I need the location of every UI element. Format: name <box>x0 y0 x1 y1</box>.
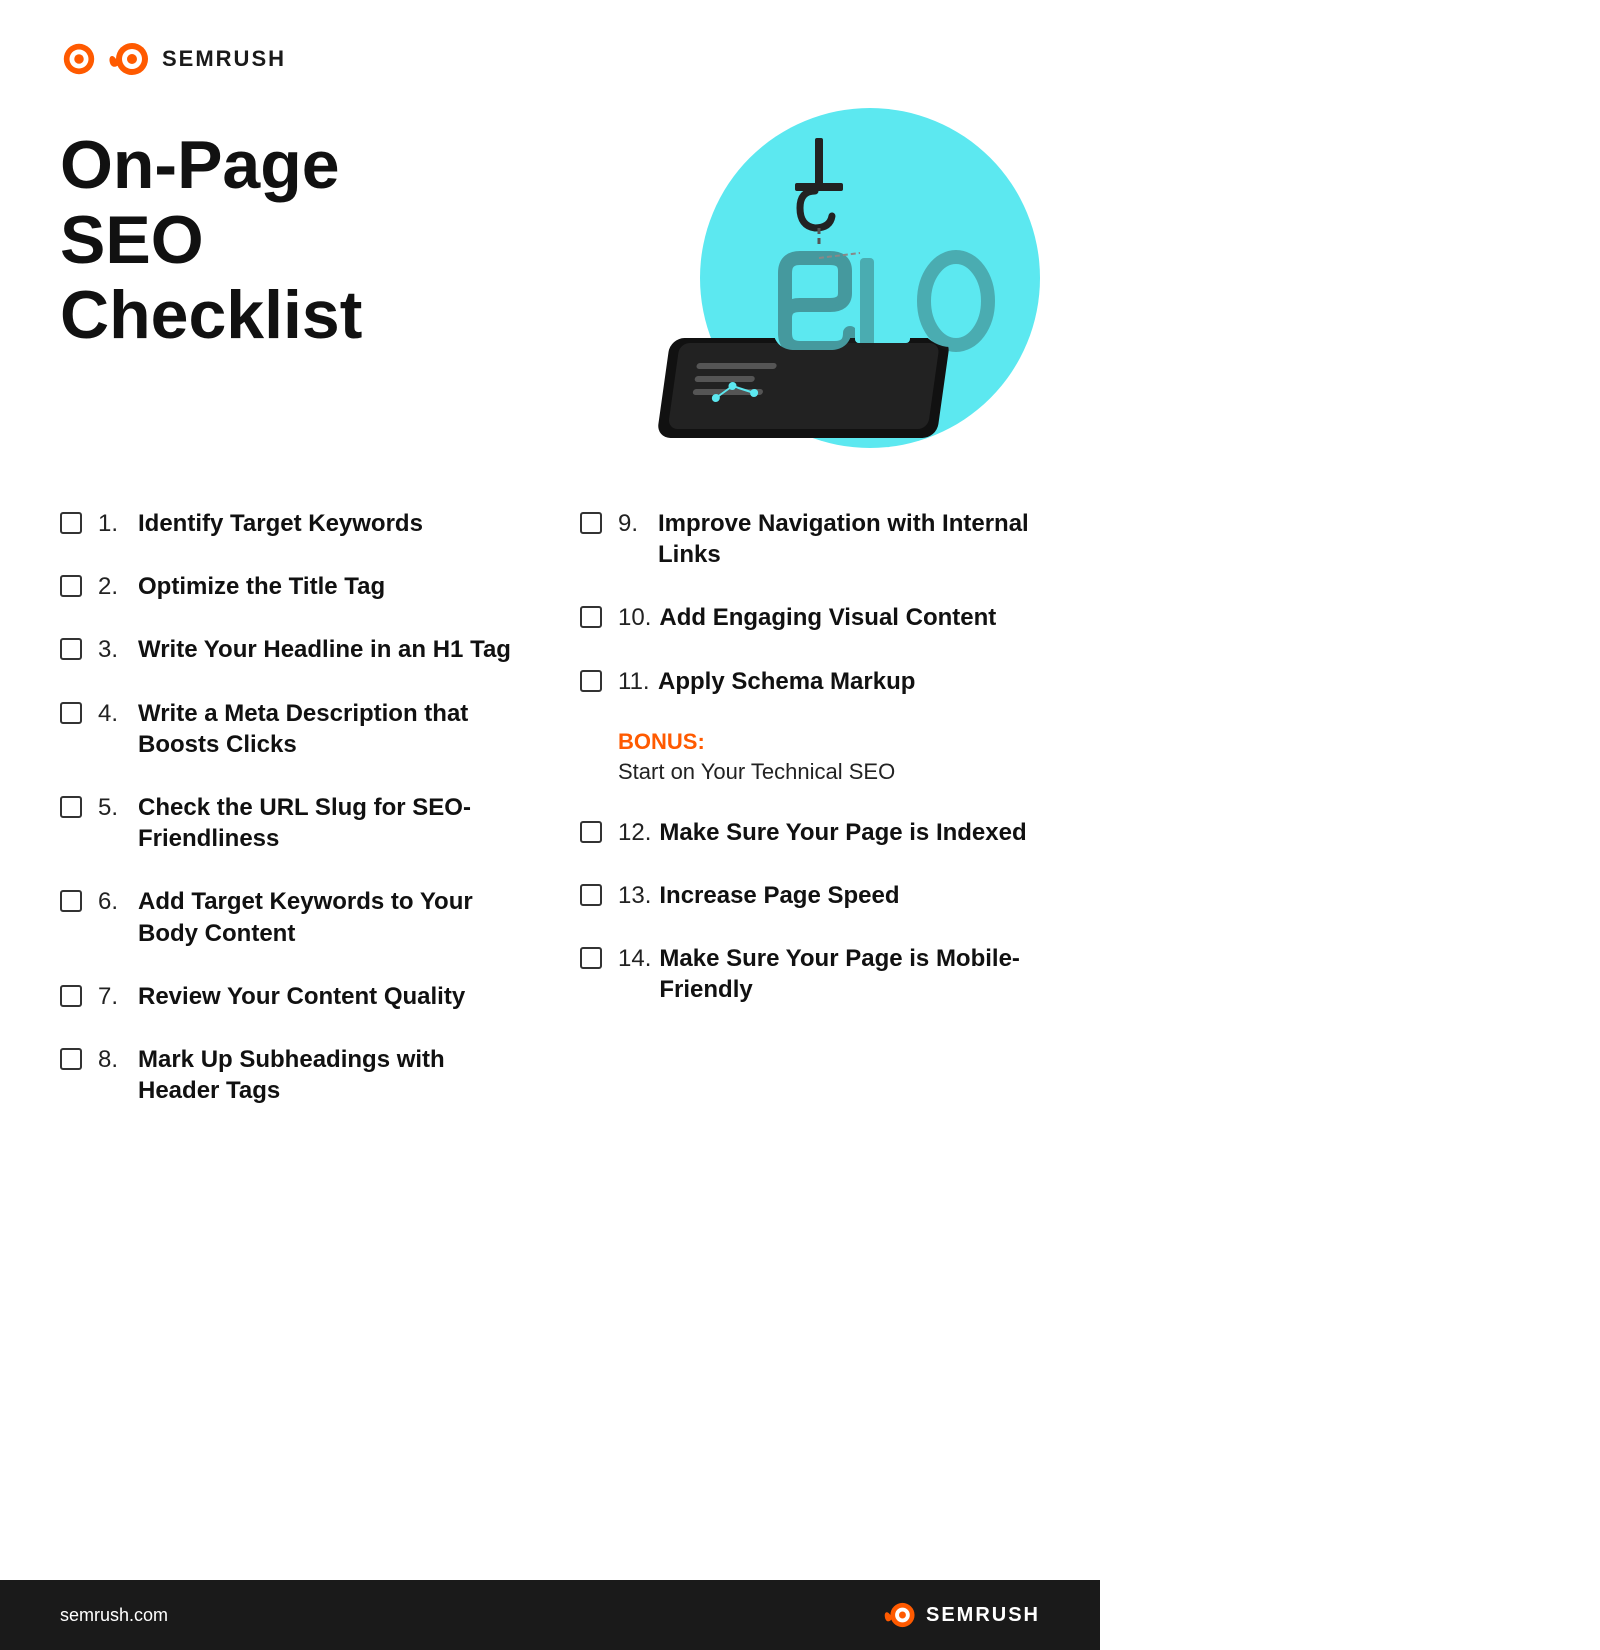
checkbox-13[interactable] <box>580 884 602 906</box>
item-number-8: 8. <box>98 1044 130 1075</box>
item-number-9: 9. <box>618 508 650 539</box>
checkbox-5[interactable] <box>60 796 82 818</box>
checklist-item-1: 1. Identify Target Keywords <box>60 508 520 539</box>
item-number-13: 13. <box>618 880 651 911</box>
checklist-item-4: 4. Write a Meta Description that Boosts … <box>60 698 520 760</box>
item-text-9: Improve Navigation with Internal Links <box>658 508 1040 570</box>
item-number-3: 3. <box>98 634 130 665</box>
item-content-14: 14. Make Sure Your Page is Mobile-Friend… <box>618 943 1040 1005</box>
footer-url: semrush.com <box>60 1605 168 1626</box>
footer-logo: SEMRUSH <box>880 1599 1040 1631</box>
item-text-8: Mark Up Subheadings with Header Tags <box>138 1044 520 1106</box>
item-content-10: 10. Add Engaging Visual Content <box>618 602 996 633</box>
item-number-1: 1. <box>98 508 130 539</box>
item-text-11: Apply Schema Markup <box>658 666 915 697</box>
item-text-5: Check the URL Slug for SEO-Friendliness <box>138 792 520 854</box>
item-content-2: 2. Optimize the Title Tag <box>98 571 385 602</box>
checklist-item-8: 8. Mark Up Subheadings with Header Tags <box>60 1044 520 1106</box>
item-text-2: Optimize the Title Tag <box>138 571 385 602</box>
item-content-11: 11. Apply Schema Markup <box>618 666 915 697</box>
item-number-2: 2. <box>98 571 130 602</box>
item-content-1: 1. Identify Target Keywords <box>98 508 423 539</box>
checklist-item-11: 11. Apply Schema Markup <box>580 666 1040 697</box>
checkbox-3[interactable] <box>60 638 82 660</box>
page-title: On-Page SEO Checklist <box>60 128 500 352</box>
checkbox-12[interactable] <box>580 821 602 843</box>
item-text-12: Make Sure Your Page is Indexed <box>659 817 1026 848</box>
checklist-item-10: 10. Add Engaging Visual Content <box>580 602 1040 633</box>
checklist-item-9: 9. Improve Navigation with Internal Link… <box>580 508 1040 570</box>
item-text-6: Add Target Keywords to Your Body Content <box>138 886 520 948</box>
item-text-14: Make Sure Your Page is Mobile-Friendly <box>659 943 1040 1005</box>
item-content-12: 12. Make Sure Your Page is Indexed <box>618 817 1027 848</box>
item-text-3: Write Your Headline in an H1 Tag <box>138 634 511 665</box>
item-number-10: 10. <box>618 602 651 633</box>
item-content-5: 5. Check the URL Slug for SEO-Friendline… <box>98 792 520 854</box>
item-text-1: Identify Target Keywords <box>138 508 423 539</box>
checklist-left-column: 1. Identify Target Keywords 2. Optimize … <box>60 508 520 1138</box>
item-content-3: 3. Write Your Headline in an H1 Tag <box>98 634 511 665</box>
item-content-7: 7. Review Your Content Quality <box>98 981 465 1012</box>
item-number-14: 14. <box>618 943 651 974</box>
brand-name: SEMRUSH <box>162 46 286 72</box>
footer-logo-icon <box>880 1599 918 1631</box>
item-content-13: 13. Increase Page Speed <box>618 880 900 911</box>
item-content-8: 8. Mark Up Subheadings with Header Tags <box>98 1044 520 1106</box>
checkbox-6[interactable] <box>60 890 82 912</box>
item-number-12: 12. <box>618 817 651 848</box>
semrush-logo-icon <box>60 40 98 78</box>
bonus-text: Start on Your Technical SEO <box>618 759 1040 785</box>
checkbox-7[interactable] <box>60 985 82 1007</box>
footer: semrush.com SEMRUSH <box>0 1580 1100 1650</box>
item-text-13: Increase Page Speed <box>659 880 899 911</box>
checkbox-1[interactable] <box>60 512 82 534</box>
checkbox-9[interactable] <box>580 512 602 534</box>
item-number-11: 11. <box>618 666 650 697</box>
checkbox-10[interactable] <box>580 606 602 628</box>
item-text-4: Write a Meta Description that Boosts Cli… <box>138 698 520 760</box>
illustration-graphic <box>620 128 1040 468</box>
item-content-4: 4. Write a Meta Description that Boosts … <box>98 698 520 760</box>
item-content-9: 9. Improve Navigation with Internal Link… <box>618 508 1040 570</box>
item-number-6: 6. <box>98 886 130 917</box>
footer-brand-name: SEMRUSH <box>926 1604 1040 1627</box>
checklist-item-14: 14. Make Sure Your Page is Mobile-Friend… <box>580 943 1040 1005</box>
checklist-right-column: 9. Improve Navigation with Internal Link… <box>580 508 1040 1138</box>
item-number-4: 4. <box>98 698 130 729</box>
item-number-5: 5. <box>98 792 130 823</box>
semrush-logo-graphic <box>108 41 152 77</box>
item-text-10: Add Engaging Visual Content <box>659 602 996 633</box>
seo-illustration <box>620 108 1040 468</box>
checklist-section: 1. Identify Target Keywords 2. Optimize … <box>60 508 1040 1138</box>
checklist-item-5: 5. Check the URL Slug for SEO-Friendline… <box>60 792 520 854</box>
checklist-item-2: 2. Optimize the Title Tag <box>60 571 520 602</box>
checklist-item-3: 3. Write Your Headline in an H1 Tag <box>60 634 520 665</box>
checklist-item-12: 12. Make Sure Your Page is Indexed <box>580 817 1040 848</box>
checklist-item-6: 6. Add Target Keywords to Your Body Cont… <box>60 886 520 948</box>
item-content-6: 6. Add Target Keywords to Your Body Cont… <box>98 886 520 948</box>
header: SEMRUSH <box>60 40 1040 78</box>
checkbox-11[interactable] <box>580 670 602 692</box>
checkbox-2[interactable] <box>60 575 82 597</box>
bonus-section: BONUS: Start on Your Technical SEO <box>580 729 1040 785</box>
checklist-item-7: 7. Review Your Content Quality <box>60 981 520 1012</box>
bonus-label: BONUS: <box>618 729 1040 755</box>
checkbox-4[interactable] <box>60 702 82 724</box>
checkbox-14[interactable] <box>580 947 602 969</box>
checkbox-8[interactable] <box>60 1048 82 1070</box>
top-section: On-Page SEO Checklist <box>60 108 1040 468</box>
checklist-item-13: 13. Increase Page Speed <box>580 880 1040 911</box>
item-text-7: Review Your Content Quality <box>138 981 465 1012</box>
item-number-7: 7. <box>98 981 130 1012</box>
